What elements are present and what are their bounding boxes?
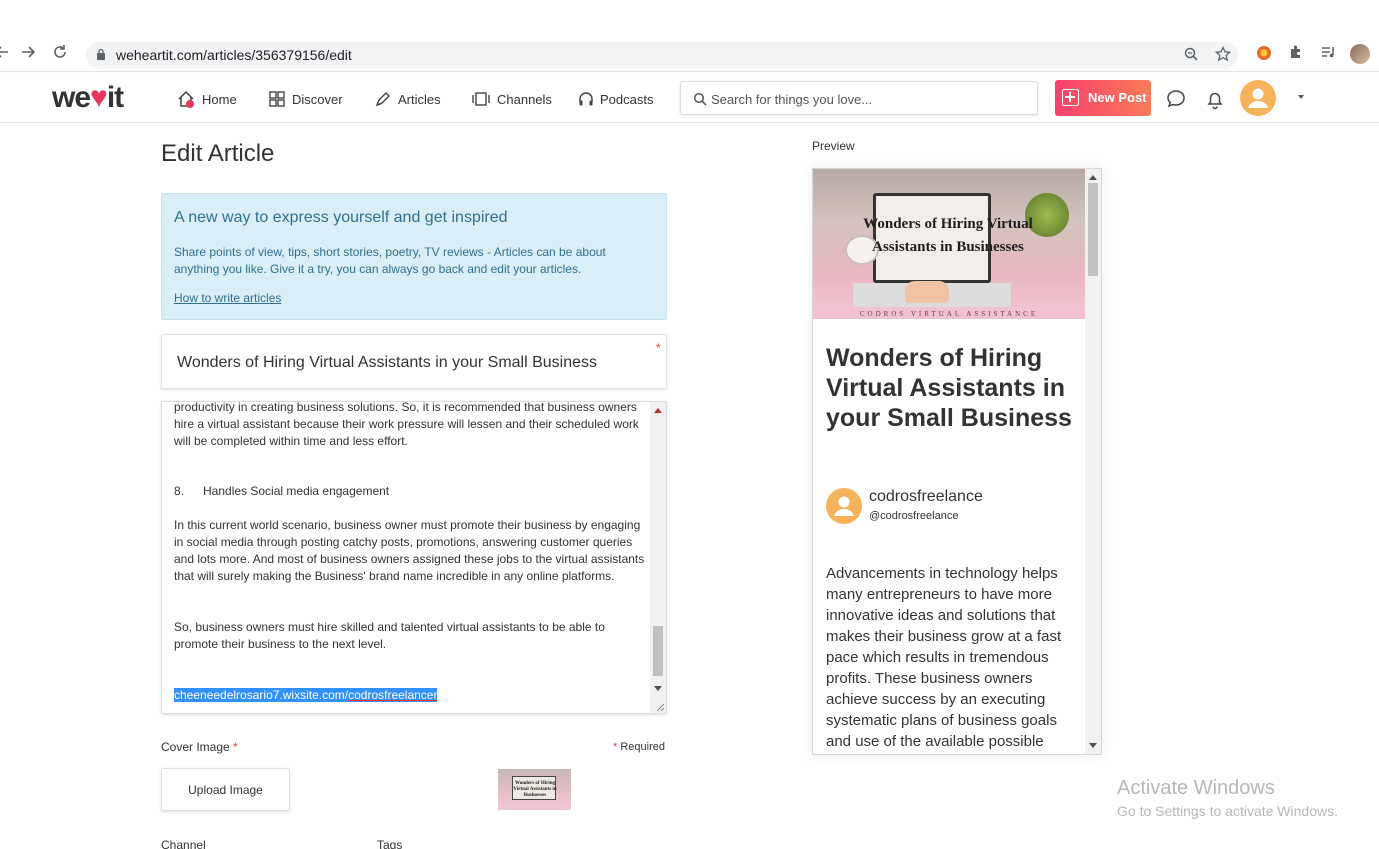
preview-cover-image: Wonders of Hiring Virtual Assistants in … [813, 169, 1085, 319]
required-note: * Required [613, 741, 665, 753]
preview-label: Preview [812, 139, 855, 153]
headphones-icon [579, 92, 593, 106]
editor-scroll-thumb[interactable] [653, 626, 663, 676]
browser-window: weheartit.com/articles/356379156/edit we… [0, 0, 1379, 849]
bell-icon[interactable] [1204, 88, 1226, 110]
info-title: A new way to express yourself and get in… [174, 209, 508, 226]
scroll-up-icon[interactable] [1089, 175, 1097, 180]
activation-watermark-subtitle: Go to Settings to activate Windows. [1117, 803, 1338, 819]
scroll-down-icon[interactable] [654, 686, 662, 691]
cover-image-label: Cover Image * [161, 740, 238, 754]
browser-toolbar: weheartit.com/articles/356379156/edit [0, 36, 1379, 72]
nav-podcasts[interactable]: Podcasts [578, 89, 653, 109]
resize-handle-icon[interactable] [656, 703, 664, 711]
preview-author-avatar [826, 488, 862, 524]
site-header: we♥it Home Discover Articles Channels Po… [0, 73, 1379, 123]
editor-heading: 8. Handles Social media engagement [174, 484, 390, 498]
preview-author-name: codrosfreelance [869, 488, 983, 505]
channels-icon [472, 92, 490, 106]
browser-profile-avatar[interactable] [1350, 44, 1370, 64]
extensions-puzzle-icon[interactable] [1286, 44, 1306, 64]
address-text: weheartit.com/articles/356379156/edit [116, 47, 352, 63]
user-silhouette-icon [1248, 88, 1268, 108]
chat-bubble-icon[interactable] [1165, 88, 1187, 110]
preview-body: Advancements in technology helps many en… [826, 565, 1062, 750]
zoom-icon[interactable] [1182, 46, 1200, 64]
editor-link-line: cheeneedelrosario7.wixsite.com/codrosfre… [174, 687, 652, 704]
cover-image-title: Wonders of Hiring Virtual Assistants in … [863, 216, 1033, 255]
info-body: Share points of view, tips, short storie… [174, 245, 606, 276]
preview-title: Wonders of Hiring Virtual Assistants in … [826, 344, 1072, 432]
upload-image-button[interactable]: Upload Image [161, 768, 290, 811]
bookmark-star-icon[interactable] [1214, 45, 1232, 64]
account-menu-caret-icon[interactable] [1298, 95, 1304, 99]
media-control-icon[interactable] [1318, 44, 1338, 64]
extension-badge-icon[interactable] [1254, 44, 1274, 64]
article-title-input[interactable] [177, 352, 647, 374]
search-icon [693, 92, 707, 106]
scroll-up-icon[interactable] [654, 408, 662, 413]
required-marker: * [656, 341, 661, 355]
plus-icon [1062, 89, 1079, 106]
cover-image-thumbnail: Wonders of Hiring Virtual Assistants in … [498, 769, 571, 810]
reload-icon[interactable] [50, 44, 70, 64]
lock-icon [97, 48, 105, 60]
info-callout: A new way to express yourself and get in… [161, 193, 667, 320]
user-avatar[interactable] [1240, 80, 1276, 116]
activation-watermark-title: Activate Windows [1117, 777, 1275, 799]
article-title-field[interactable]: * [161, 334, 667, 389]
weheartit-logo[interactable]: we♥it [52, 81, 124, 115]
heart-logo-icon: ♥ [90, 81, 108, 114]
back-icon[interactable] [0, 44, 12, 64]
preview-scrollbar[interactable] [1085, 169, 1101, 754]
home-icon [178, 90, 194, 108]
search-input[interactable] [711, 89, 1021, 109]
user-silhouette-icon [834, 496, 854, 516]
article-body-editor[interactable]: productivity in creating business soluti… [161, 401, 667, 714]
browser-tabstrip [0, 0, 1379, 36]
search-box[interactable] [680, 81, 1038, 115]
nav-home[interactable]: Home [176, 89, 237, 109]
nav-articles[interactable]: Articles [374, 89, 441, 109]
forward-icon[interactable] [18, 44, 38, 64]
preview-scroll-thumb[interactable] [1088, 183, 1098, 276]
editor-paragraph: So, business owners must hire skilled an… [174, 620, 605, 651]
how-to-write-link[interactable]: How to write articles [174, 291, 281, 305]
editor-paragraph: productivity in creating business soluti… [174, 401, 639, 448]
pen-icon [375, 92, 390, 107]
tags-label: Tags [377, 838, 403, 849]
grid-icon [269, 91, 285, 107]
scroll-down-icon[interactable] [1089, 743, 1097, 748]
editor-paragraph: In this current world scenario, business… [174, 518, 645, 583]
cover-image-strip: CODROS VIRTUAL ASSISTANCE [813, 309, 1085, 319]
nav-discover[interactable]: Discover [268, 89, 343, 109]
selected-link[interactable]: cheeneedelrosario7.wixsite.com/codrosfre… [174, 688, 438, 702]
editor-scrollbar[interactable] [650, 402, 666, 713]
page-title: Edit Article [161, 140, 275, 167]
article-preview: Wonders of Hiring Virtual Assistants in … [812, 168, 1102, 755]
new-post-button[interactable]: New Post [1055, 80, 1151, 116]
nav-channels[interactable]: Channels [471, 89, 552, 109]
channel-label: Channel [161, 838, 206, 849]
address-bar[interactable]: weheartit.com/articles/356379156/edit [86, 42, 1238, 68]
preview-author-handle: @codrosfreelance [869, 510, 959, 522]
